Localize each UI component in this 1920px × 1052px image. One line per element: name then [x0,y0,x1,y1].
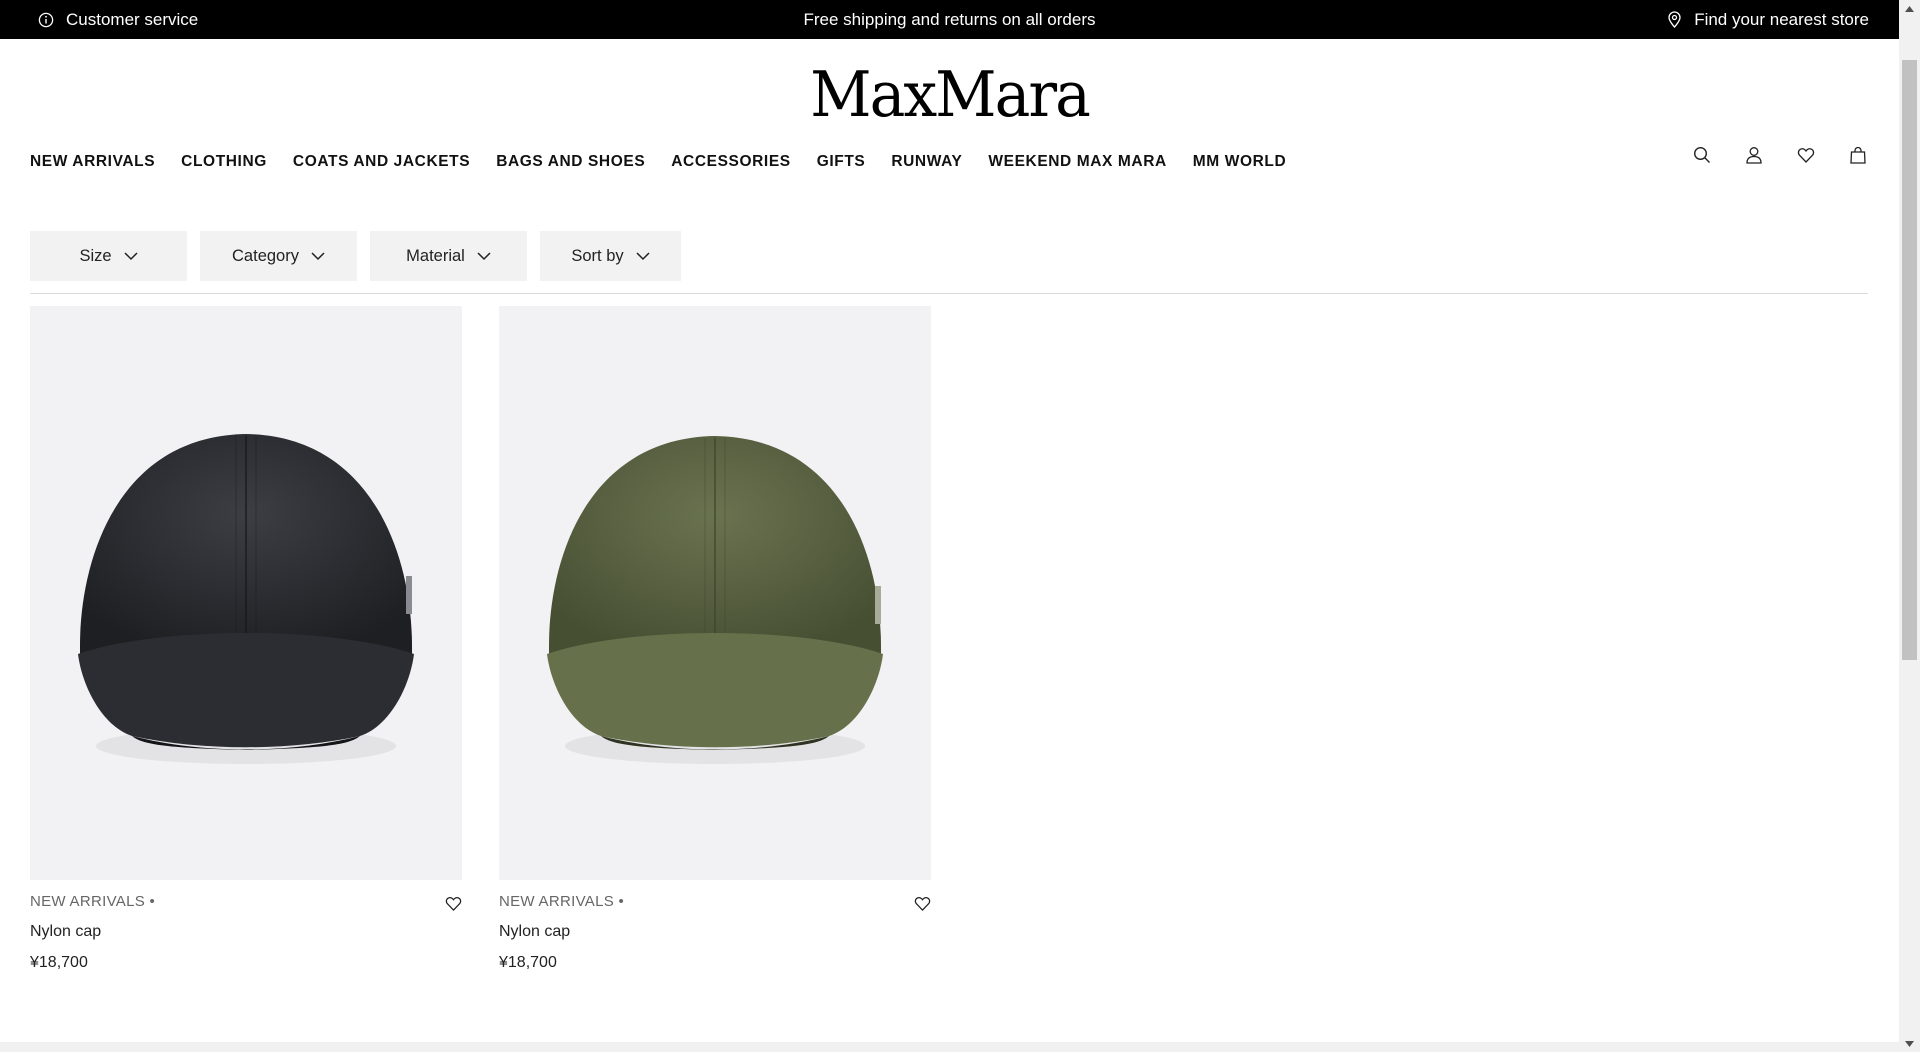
account-icon[interactable] [1745,146,1763,164]
category-filter-dropdown[interactable]: Category [200,231,357,281]
nav-item-mm-world[interactable]: MM WORLD [1193,153,1286,171]
filter-bar: Size Category Material Sort by [30,231,681,281]
nav-item-bags-and-shoes[interactable]: BAGS AND SHOES [496,153,645,171]
chevron-down-icon [477,251,491,260]
material-filter-label: Material [406,246,465,265]
size-filter-dropdown[interactable]: Size [30,231,187,281]
scroll-down-arrow-icon[interactable] [1899,1035,1920,1052]
size-filter-label: Size [79,246,112,265]
sort-by-label: Sort by [571,246,624,265]
nav-item-new-arrivals[interactable]: NEW ARRIVALS [30,153,155,171]
scroll-up-arrow-icon[interactable] [1899,0,1920,17]
customer-service-label: Customer service [66,9,199,29]
product-price: ¥18,700 [499,954,557,971]
shopping-bag-icon[interactable] [1849,146,1867,164]
header-icons [1693,146,1867,164]
sort-by-dropdown[interactable]: Sort by [540,231,681,281]
nav-item-runway[interactable]: RUNWAY [891,153,962,171]
chevron-down-icon [311,251,325,260]
wishlist-icon[interactable] [1797,146,1815,164]
customer-service-link[interactable]: Customer service [38,0,198,39]
product-card[interactable]: NEW ARRIVALS • Nylon cap ¥18,700 [30,306,462,971]
wishlist-heart-icon[interactable] [914,895,931,912]
bottom-edge-bar [0,1042,1899,1052]
page: Customer service Free shipping and retur… [0,0,1899,1052]
product-tag: NEW ARRIVALS • [499,893,625,910]
store-finder-link[interactable]: Find your nearest store [1667,0,1869,39]
location-pin-icon [1668,11,1681,28]
cap-image [78,434,414,764]
material-filter-dropdown[interactable]: Material [370,231,527,281]
search-icon[interactable] [1693,146,1711,164]
nav-item-accessories[interactable]: ACCESSORIES [671,153,790,171]
brand-logo[interactable]: MaxMara [0,58,1899,132]
nav-item-clothing[interactable]: CLOTHING [181,153,267,171]
product-card[interactable]: NEW ARRIVALS • Nylon cap ¥18,700 [499,306,931,971]
nav-item-gifts[interactable]: GIFTS [817,153,866,171]
product-image[interactable] [30,306,462,880]
info-icon [38,12,54,27]
filter-divider [30,293,1868,294]
wishlist-heart-icon[interactable] [445,895,462,912]
product-name[interactable]: Nylon cap [499,923,570,941]
scrollbar-thumb[interactable] [1902,60,1917,660]
store-finder-label: Find your nearest store [1694,9,1869,29]
top-bar: Customer service Free shipping and retur… [0,0,1899,39]
promo-text: Free shipping and returns on all orders [803,9,1096,29]
vertical-scrollbar[interactable] [1899,0,1920,1052]
nav-item-weekend-max-mara[interactable]: WEEKEND MAX MARA [988,153,1166,171]
chevron-down-icon [124,251,138,260]
brand-logo-text: MaxMara [810,58,1091,132]
product-tag: NEW ARRIVALS • [30,893,156,910]
chevron-down-icon [636,251,650,260]
cap-image [547,436,883,764]
product-name[interactable]: Nylon cap [30,923,101,941]
product-price: ¥18,700 [30,954,88,971]
category-filter-label: Category [232,246,299,265]
nav-item-coats-and-jackets[interactable]: COATS AND JACKETS [293,153,470,171]
main-nav: NEW ARRIVALS CLOTHING COATS AND JACKETS … [30,153,1312,171]
product-image[interactable] [499,306,931,880]
